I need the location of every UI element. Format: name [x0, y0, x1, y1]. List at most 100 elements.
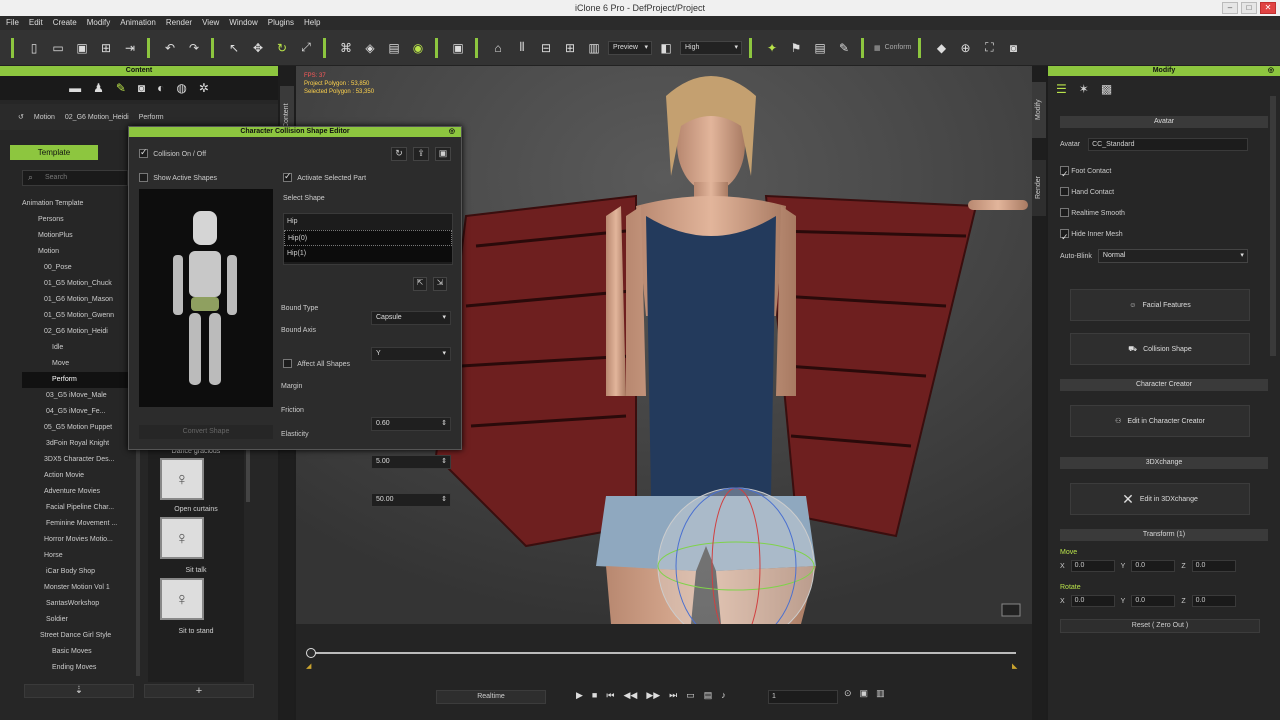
section-avatar[interactable]: Avatar — [1060, 116, 1268, 128]
collision-shape-button[interactable]: ⛟ Collision Shape — [1070, 333, 1250, 365]
layout-toggle-icon[interactable]: ▥ — [876, 688, 885, 699]
save-icon[interactable]: ▣ — [72, 38, 92, 58]
activate-selected-toggle[interactable]: Activate Selected Part — [283, 171, 366, 183]
tree-item[interactable]: Street Dance Girl Style — [22, 628, 130, 644]
breadcrumb-item[interactable]: Motion — [34, 114, 55, 121]
motion-tab-icon[interactable]: ✶ — [1079, 82, 1089, 96]
tree-item[interactable]: Persons — [22, 212, 130, 228]
bound-axis-select[interactable]: Y — [371, 347, 451, 361]
home-icon[interactable]: ⌂ — [488, 38, 508, 58]
new-file-icon[interactable]: ▯ — [24, 38, 44, 58]
tree-item[interactable]: Soldier — [22, 612, 130, 628]
tree-item[interactable]: Motion — [22, 244, 130, 260]
thumb-dance-gracious[interactable]: ♀ — [160, 458, 204, 500]
skip-start-icon[interactable]: ⏮ — [606, 690, 614, 701]
rotate-y-input[interactable]: 0.0 — [1131, 595, 1176, 607]
tree-item[interactable]: MotionPlus — [22, 228, 130, 244]
loop-icon[interactable]: ▭ — [686, 690, 695, 701]
stack-icon[interactable]: ▥ — [584, 38, 604, 58]
layout-icon[interactable]: ⊞ — [560, 38, 580, 58]
visibility-icon[interactable]: ◉ — [408, 38, 428, 58]
side-tab-render[interactable]: Render — [1032, 160, 1046, 216]
timeline-view-icon[interactable]: ▤ — [704, 690, 713, 701]
tree-item[interactable]: Horror Movies Motio... — [22, 532, 130, 548]
menu-render[interactable]: Render — [166, 16, 192, 30]
save-preset-icon[interactable]: ▣ — [435, 147, 451, 161]
import-icon[interactable]: ⊞ — [96, 38, 116, 58]
affect-all-checkbox[interactable] — [283, 359, 292, 369]
modify-panel-scrollbar[interactable] — [1270, 96, 1276, 356]
quality-select[interactable]: High — [680, 40, 742, 55]
menu-help[interactable]: Help — [304, 16, 320, 30]
frame-icon[interactable]: ⛶ — [979, 38, 999, 58]
tree-item[interactable]: Basic Moves — [22, 644, 130, 660]
tree-item[interactable]: SantasWorkshop — [22, 596, 130, 612]
tree-item[interactable]: 01_G5 Motion_Gwenn — [22, 308, 130, 324]
zoom-icon[interactable]: ⊕ — [955, 38, 975, 58]
select-icon[interactable]: ↖ — [224, 38, 244, 58]
set-icon[interactable]: ◙ — [138, 81, 145, 95]
auto-blink-select[interactable]: Normal — [1097, 249, 1248, 263]
avatar-name-field[interactable]: CC_Standard — [1088, 138, 1249, 151]
fps-icon[interactable]: ⊙ — [844, 688, 852, 699]
add-shape-icon[interactable]: ⇱ — [413, 277, 427, 291]
tree-item[interactable]: Horse — [22, 548, 130, 564]
camera-view-icon[interactable]: ▣ — [448, 38, 468, 58]
maximize-button[interactable]: □ — [1241, 2, 1257, 14]
breadcrumb-item[interactable]: 02_G6 Motion_Heidi — [65, 114, 129, 121]
timeline-track[interactable] — [310, 652, 1016, 654]
tree-item[interactable]: 04_G5 iMove_Fe... — [22, 404, 130, 420]
search-input[interactable]: Search — [22, 170, 128, 186]
hide-inner-mesh-checkbox[interactable] — [1060, 227, 1069, 247]
show-active-toggle[interactable]: Show Active Shapes — [139, 173, 217, 183]
start-marker-icon[interactable]: ◢ — [306, 662, 311, 670]
shape-item[interactable]: Hip — [284, 214, 452, 230]
realtime-button[interactable]: Realtime — [436, 690, 546, 704]
refresh-icon[interactable]: ↻ — [391, 147, 407, 161]
menu-animation[interactable]: Animation — [120, 16, 156, 30]
settings-tab-icon[interactable]: ☰ — [1056, 82, 1067, 96]
collision-toggle[interactable]: Collision On / Off — [139, 147, 206, 159]
affect-all-toggle[interactable]: Affect All Shapes — [283, 359, 350, 369]
menu-plugins[interactable]: Plugins — [268, 16, 294, 30]
thumb-sit-talk[interactable]: ♀ — [160, 578, 204, 620]
sky-icon[interactable]: ◐ — [157, 81, 164, 95]
dialog-close-icon[interactable]: ◎ — [449, 127, 455, 137]
redo-icon[interactable]: ↷ — [184, 38, 204, 58]
elasticity-input[interactable]: 50.00 — [371, 493, 451, 507]
tree-item[interactable]: Animation Template — [22, 196, 130, 212]
body-preview[interactable] — [139, 189, 273, 407]
tree-item[interactable]: Facial Pipeline Char... — [22, 500, 130, 516]
clipboard-icon[interactable]: ▤ — [810, 38, 830, 58]
conform-button[interactable]: ▦ Conform — [874, 44, 911, 52]
brush-icon[interactable]: ✎ — [834, 38, 854, 58]
snapshot-icon[interactable]: ▣ — [860, 688, 869, 699]
edit-in-character-creator-button[interactable]: ⚇ Edit in Character Creator — [1070, 405, 1250, 437]
animation-icon[interactable]: ✎ — [116, 81, 126, 95]
media-icon[interactable]: ✲ — [199, 81, 209, 95]
actor-icon[interactable]: ♟ — [93, 81, 104, 95]
minimize-button[interactable]: – — [1222, 2, 1238, 14]
tree-item[interactable]: iCar Body Shop — [22, 564, 130, 580]
grid-icon[interactable]: ⊟ — [536, 38, 556, 58]
align-icon[interactable]: ⫴ — [512, 38, 532, 58]
breadcrumb-item[interactable]: Perform — [139, 114, 164, 121]
tree-item[interactable]: Action Movie — [22, 468, 130, 484]
side-tab-modify[interactable]: Modify — [1032, 82, 1046, 138]
close-button[interactable]: ✕ — [1260, 2, 1276, 14]
panel-close-icon[interactable]: ◎ — [1268, 66, 1274, 76]
margin-input[interactable]: 0.60 — [371, 417, 451, 431]
play-icon[interactable]: ▶ — [576, 690, 583, 701]
attach-icon[interactable]: ◈ — [360, 38, 380, 58]
thumb-open-curtains[interactable]: ♀ — [160, 517, 204, 559]
rotate-icon[interactable]: ↻ — [272, 38, 292, 58]
hand-contact-toggle[interactable]: Hand Contact — [1060, 182, 1280, 203]
move-x-input[interactable]: 0.0 — [1070, 560, 1115, 572]
section-transform[interactable]: Transform (1) — [1060, 529, 1268, 541]
flag-icon[interactable]: ⚑ — [786, 38, 806, 58]
thumbnail-scrollbar[interactable] — [246, 446, 250, 502]
tree-item[interactable]: 01_G5 Motion_Chuck — [22, 276, 130, 292]
realtime-smooth-checkbox[interactable] — [1060, 208, 1069, 218]
foot-contact-toggle[interactable]: Foot Contact — [1060, 161, 1280, 184]
realtime-smooth-toggle[interactable]: Realtime Smooth — [1060, 203, 1280, 224]
